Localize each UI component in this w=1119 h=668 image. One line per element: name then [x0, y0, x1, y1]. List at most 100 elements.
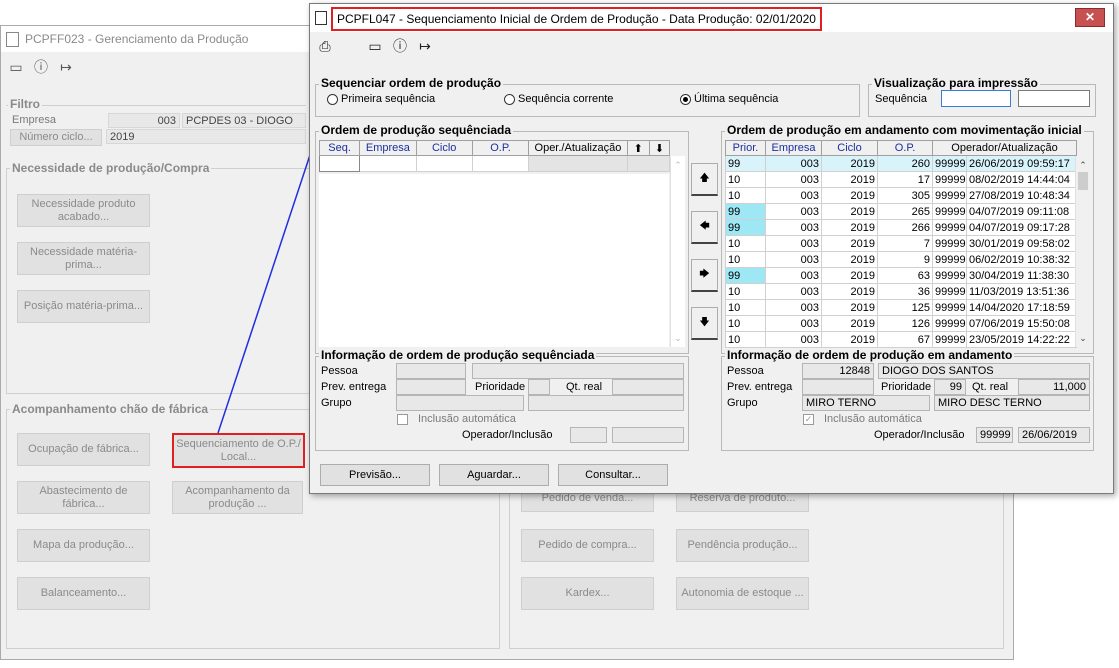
cell-operador: 99999 [932, 299, 967, 316]
move-right-button[interactable]: 🡆 [691, 259, 718, 292]
cell-prior: 99 [725, 203, 766, 220]
table-row[interactable]: 10 003 2019 126 99999 07/06/2019 15:50:08 [725, 315, 1077, 332]
move-down-icon[interactable]: ⬇ [648, 140, 671, 156]
sequenciar-group-title: Sequenciar ordem de produção [319, 76, 504, 90]
table-row[interactable]: 10 003 2019 305 99999 27/08/2019 10:48:34 [725, 187, 1077, 204]
table-row[interactable]: 10 003 2019 17 99999 08/02/2019 14:44:04 [725, 171, 1077, 188]
col-prior[interactable]: Prior. [725, 140, 766, 156]
scroll-down-icon[interactable]: ⌄ [671, 331, 685, 345]
sequenciada-grid: Seq. Empresa Ciclo O.P. Oper./Atualizaçã… [318, 140, 671, 172]
cell-op: 265 [877, 203, 933, 220]
move-down-button[interactable]: 🡇 [691, 307, 718, 340]
prev-entrega-field [802, 379, 874, 395]
col-oper-atualizacao[interactable]: Oper./Atualização [528, 140, 628, 156]
col-empresa[interactable]: Empresa [359, 140, 417, 156]
cell-prior: 10 [725, 299, 766, 316]
cell-empresa: 003 [765, 235, 822, 252]
pessoa-name-field [472, 363, 684, 379]
move-up-button[interactable]: 🡅 [691, 163, 718, 196]
col-ciclo[interactable]: Ciclo [821, 140, 878, 156]
sequenciada-grid-body[interactable] [319, 174, 669, 347]
pessoa-label: Pessoa [321, 365, 358, 377]
scroll-up-icon[interactable]: ⌃ [671, 158, 685, 172]
inclusao-automatica-label: Inclusão automática [824, 413, 922, 425]
cell-prior: 10 [725, 331, 766, 348]
table-row[interactable]: 10 003 2019 9 99999 06/02/2019 10:38:32 [725, 251, 1077, 268]
dialog-titlebar: PCPFL047 - Sequenciamento Inicial de Ord… [310, 4, 1113, 32]
table-row[interactable]: 99 003 2019 63 99999 30/04/2019 11:38:30 [725, 267, 1077, 284]
prev-entrega-label: Prev. entrega [321, 381, 387, 393]
prev-entrega-label: Prev. entrega [727, 381, 793, 393]
table-row[interactable]: 10 003 2019 36 99999 11/03/2019 13:51:36 [725, 283, 1077, 300]
grupo-code-field [396, 395, 524, 411]
table-row[interactable]: 10 003 2019 125 99999 14/04/2020 17:18:59 [725, 299, 1077, 316]
sequencia-input-start[interactable] [941, 90, 1011, 107]
cell-atualizacao: 11/03/2019 13:51:36 [966, 283, 1077, 300]
pessoa-code-field [396, 363, 466, 379]
prev-entrega-field [396, 379, 466, 395]
document-icon [315, 11, 327, 25]
scroll-up-icon[interactable]: ⌃ [1076, 158, 1090, 172]
consultar-button[interactable]: Consultar... [558, 464, 668, 486]
move-left-button[interactable]: 🡄 [691, 211, 718, 244]
cell-op: 63 [877, 267, 933, 284]
cell-atualizacao: 26/06/2019 09:59:17 [966, 155, 1077, 172]
table-row[interactable] [318, 155, 671, 172]
table-row[interactable]: 99 003 2019 265 99999 04/07/2019 09:11:08 [725, 203, 1077, 220]
cell-empresa: 003 [765, 219, 822, 236]
table-row[interactable]: 99 003 2019 260 99999 26/06/2019 09:59:17 [725, 155, 1077, 172]
cell-prior: 10 [725, 187, 766, 204]
grupo-code-field: MIRO TERNO [802, 395, 930, 411]
help-icon[interactable]: ⓘ [392, 38, 408, 54]
inclusao-automatica-checkbox[interactable] [397, 414, 408, 425]
cell-operador: 99999 [932, 155, 967, 172]
cell-operador: 99999 [932, 251, 967, 268]
calendar-icon[interactable]: ▭ [367, 38, 383, 54]
cell-empresa: 003 [765, 203, 822, 220]
sequencia-input-end[interactable] [1018, 90, 1090, 107]
sequenciada-grid-header: Seq. Empresa Ciclo O.P. Oper./Atualizaçã… [318, 140, 671, 156]
qt-real-field [612, 379, 684, 395]
cell-ciclo: 2019 [821, 315, 878, 332]
radio-primeira-sequencia[interactable]: Primeira sequência [327, 93, 435, 105]
cell-prior: 10 [725, 315, 766, 332]
sequenciada-scrollbar[interactable]: ⌃ ⌄ [670, 156, 685, 347]
cell-ciclo: 2019 [821, 155, 878, 172]
sequencia-label: Sequência [875, 93, 927, 105]
radio-ultima-sequencia[interactable]: Última sequência [680, 93, 778, 105]
cell-op: 126 [877, 315, 933, 332]
inclusao-automatica-checkbox[interactable]: ✓ [803, 414, 814, 425]
close-button[interactable]: ✕ [1075, 8, 1105, 27]
cell-prior: 10 [725, 171, 766, 188]
cell-ciclo: 2019 [821, 331, 878, 348]
table-row[interactable]: 10 003 2019 7 99999 30/01/2019 09:58:02 [725, 235, 1077, 252]
scroll-down-icon[interactable]: ⌄ [1076, 331, 1090, 345]
col-seq[interactable]: Seq. [318, 140, 361, 156]
dialog-title: PCPFL047 - Sequenciamento Inicial de Ord… [331, 7, 822, 31]
table-row[interactable]: 10 003 2019 67 99999 23/05/2019 14:22:22 [725, 331, 1077, 348]
col-op[interactable]: O.P. [877, 140, 933, 156]
previsao-button[interactable]: Previsão... [320, 464, 430, 486]
col-empresa[interactable]: Empresa [765, 140, 822, 156]
visualizacao-group-title: Visualização para impressão [872, 76, 1040, 90]
print-icon[interactable]: ⎙ [317, 38, 333, 54]
col-op[interactable]: O.P. [471, 140, 530, 156]
col-operador-atualizacao[interactable]: Operador/Atualização [932, 140, 1077, 156]
col-ciclo[interactable]: Ciclo [415, 140, 473, 156]
cell-operador: 99999 [932, 171, 967, 188]
operador-inclusao-label: Operador/Inclusão [874, 429, 965, 441]
table-row[interactable]: 99 003 2019 266 99999 04/07/2019 09:17:28 [725, 219, 1077, 236]
andamento-group-title: Ordem de produção em andamento com movim… [725, 123, 1084, 137]
sequenciada-group-title: Ordem de produção sequênciada [319, 123, 514, 137]
cell-ciclo: 2019 [821, 251, 878, 268]
cell-empresa: 003 [765, 331, 822, 348]
move-up-icon[interactable]: ⬆ [626, 140, 650, 156]
cell-operador: 99999 [932, 315, 967, 332]
scroll-thumb[interactable] [1078, 172, 1088, 190]
exit-icon[interactable]: ↦ [417, 38, 433, 54]
radio-sequencia-corrente[interactable]: Sequência corrente [504, 93, 613, 105]
aguardar-button[interactable]: Aguardar... [439, 464, 549, 486]
qt-real-field: 11,000 [1018, 379, 1090, 395]
andamento-scrollbar[interactable]: ⌃ ⌄ [1075, 156, 1090, 347]
cell-op: 17 [877, 171, 933, 188]
